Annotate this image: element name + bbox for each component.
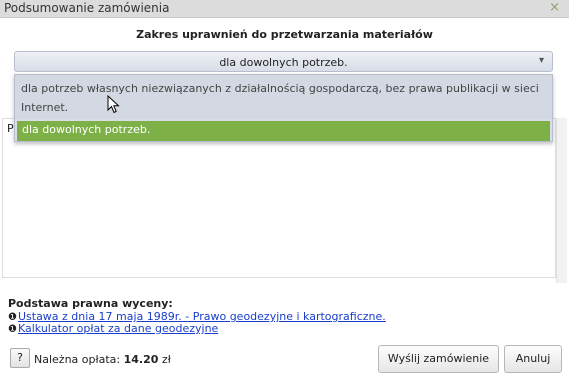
fee-calculator-link[interactable]: ❶Kalkulator opłat za dane geodezyjne bbox=[8, 322, 218, 335]
scope-option-any[interactable]: dla dowolnych potrzeb. bbox=[17, 121, 550, 141]
scope-option-personal[interactable]: dla potrzeb własnych niezwiązanych z dzi… bbox=[15, 75, 552, 119]
window-titlebar: Podsumowanie zamówienia × bbox=[0, 0, 569, 18]
scope-heading: Zakres uprawnień do przetwarzania materi… bbox=[136, 28, 433, 41]
cancel-button[interactable]: Anuluj bbox=[504, 345, 562, 373]
close-icon[interactable]: × bbox=[549, 0, 560, 15]
mouse-cursor-icon bbox=[107, 95, 120, 114]
chevron-down-icon: ▾ bbox=[538, 55, 544, 66]
fee-amount: 14.20 bbox=[123, 353, 159, 366]
scope-dropdown-list: dla potrzeb własnych niezwiązanych z dzi… bbox=[14, 74, 553, 142]
info-icon: ❶ bbox=[8, 324, 17, 335]
scope-select[interactable]: dla dowolnych potrzeb. ▾ bbox=[14, 51, 553, 72]
panel-text: P bbox=[7, 122, 14, 135]
fee-currency: zł bbox=[161, 353, 171, 366]
window-title: Podsumowanie zamówienia bbox=[4, 1, 170, 15]
fee-label: Należna opłata: bbox=[34, 353, 121, 366]
legal-basis-heading: Podstawa prawna wyceny: bbox=[8, 297, 173, 310]
scope-select-value: dla dowolnych potrzeb. bbox=[219, 56, 348, 69]
send-order-button[interactable]: Wyślij zamówienie bbox=[378, 345, 499, 373]
panel-scrollbar[interactable] bbox=[556, 118, 567, 283]
fee-calculator-link-text[interactable]: Kalkulator opłat za dane geodezyjne bbox=[18, 322, 218, 335]
fee-summary: Należna opłata: 14.20 zł bbox=[34, 353, 171, 366]
order-details-panel: P bbox=[2, 118, 556, 278]
help-button[interactable]: ? bbox=[10, 348, 30, 368]
